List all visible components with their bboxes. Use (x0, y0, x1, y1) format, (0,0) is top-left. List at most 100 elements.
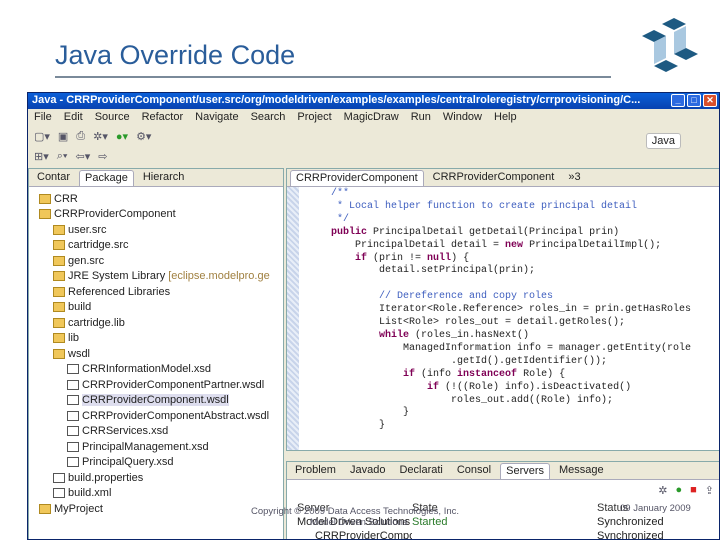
tree-item[interactable]: CRRProviderComponent.wsdl (29, 393, 283, 409)
file-icon (53, 488, 65, 499)
file-icon (67, 441, 79, 452)
tab-crrprovidercomponent[interactable]: CRRProviderComponent (428, 170, 560, 186)
tree-item[interactable]: build (29, 300, 283, 316)
tree-item-label: build.properties (68, 471, 144, 484)
window-title: Java - CRRProviderComponent/user.src/org… (32, 94, 641, 106)
file-icon (67, 426, 79, 437)
tab-problem[interactable]: Problem (290, 463, 341, 479)
forward-icon[interactable]: ⇨ (98, 150, 107, 163)
print-icon[interactable]: ⎙ (76, 130, 85, 143)
file-icon (67, 379, 79, 390)
perspective-java[interactable]: Java (645, 133, 681, 149)
tab-servers[interactable]: Servers (500, 463, 551, 479)
tree-item[interactable]: CRR (29, 191, 283, 207)
tree-item-label: PrincipalManagement.xsd (82, 440, 209, 453)
menu-item-run[interactable]: Run (411, 111, 431, 124)
tree-item-label: CRR (54, 192, 78, 205)
tree-item[interactable]: CRRProviderComponent (29, 207, 283, 223)
tab-contar[interactable]: Contar (32, 170, 75, 186)
start-server-icon[interactable]: ● (675, 484, 682, 496)
window-titlebar: Java - CRRProviderComponent/user.src/org… (28, 93, 719, 109)
server-row[interactable]: CRRProviderComponent Synchronized (287, 530, 719, 539)
open-type-icon[interactable]: ⊞▾ (34, 150, 49, 163)
server-state: Started (412, 516, 448, 528)
tree-item[interactable]: user.src (29, 222, 283, 238)
tree-item-label: build.xml (68, 487, 112, 500)
tree-item[interactable]: cartridge.src (29, 238, 283, 254)
folder-icon (53, 317, 65, 328)
tree-item[interactable]: JRE System Library [eclipse.modelpro.ge (29, 269, 283, 285)
debug-icon[interactable]: ✲▾ (93, 130, 108, 143)
tree-item-label: CRRServices.xsd (82, 425, 169, 438)
menu-item-window[interactable]: Window (443, 111, 482, 124)
left-tabs: Contar Package Hierarch (29, 169, 283, 187)
back-icon[interactable]: ⇦▾ (76, 150, 91, 163)
menu-item-help[interactable]: Help (494, 111, 517, 124)
tree-item-label: JRE System Library (68, 270, 166, 283)
tree-item-label: CRRProviderComponentPartner.wsdl (82, 378, 265, 391)
save-icon[interactable]: ▣ (58, 130, 68, 143)
tree-item[interactable]: PrincipalQuery.xsd (29, 455, 283, 471)
tree-item[interactable]: CRRInformationModel.xsd (29, 362, 283, 378)
toolbar-nav: ⊞▾ ⌕▾ ⇦▾ ⇨ (28, 146, 719, 166)
menu-item-magicdraw[interactable]: MagicDraw (344, 111, 399, 124)
tree-item-label: lib (68, 332, 80, 345)
search-icon[interactable]: ⌕▾ (57, 150, 68, 163)
project-icon (39, 193, 51, 204)
close-button[interactable]: ✕ (703, 94, 717, 107)
file-icon (53, 472, 65, 483)
menu-item-source[interactable]: Source (95, 111, 130, 124)
tab-crrprovidercomponent[interactable]: CRRProviderComponent (290, 170, 424, 186)
tree-item[interactable]: MyProject (29, 501, 283, 517)
editor-ruler (287, 187, 299, 450)
project-tree: CRR CRRProviderComponent user.src cartridge… (29, 187, 283, 521)
tree-item[interactable]: lib (29, 331, 283, 347)
tab-message[interactable]: Message (554, 463, 609, 479)
tab-3[interactable]: »3 (563, 170, 585, 186)
debug-server-icon[interactable]: ✲ (658, 484, 667, 497)
external-tools-icon[interactable]: ⚙▾ (136, 130, 151, 143)
file-icon (67, 457, 79, 468)
tab-declarati[interactable]: Declarati (394, 463, 447, 479)
new-icon[interactable]: ▢▾ (34, 130, 50, 143)
menu-item-edit[interactable]: Edit (64, 111, 83, 124)
tree-item-label: CRRProviderComponent (54, 208, 176, 221)
folder-icon (53, 333, 65, 344)
tree-item-label: CRRProviderComponentAbstract.wsdl (82, 409, 270, 422)
menu-item-refactor[interactable]: Refactor (142, 111, 184, 124)
tree-item[interactable]: CRRProviderComponentPartner.wsdl (29, 377, 283, 393)
menu-item-file[interactable]: File (34, 111, 52, 124)
tree-item[interactable]: CRRServices.xsd (29, 424, 283, 440)
stop-server-icon[interactable]: ■ (690, 484, 697, 496)
menu-item-project[interactable]: Project (297, 111, 331, 124)
tab-javado[interactable]: Javado (345, 463, 390, 479)
title-divider (55, 76, 611, 78)
tree-item[interactable]: CRRProviderComponentAbstract.wsdl (29, 408, 283, 424)
tree-item[interactable]: Referenced Libraries (29, 284, 283, 300)
minimize-button[interactable]: _ (671, 94, 685, 107)
tree-item-label: cartridge.src (68, 239, 129, 252)
maximize-button[interactable]: □ (687, 94, 701, 107)
tab-consol[interactable]: Consol (452, 463, 496, 479)
tree-item-label: wsdl (68, 347, 91, 360)
tree-item[interactable]: PrincipalManagement.xsd (29, 439, 283, 455)
code-editor[interactable]: CRRProviderComponent CRRProviderComponent… (286, 168, 719, 451)
tab-package[interactable]: Package (79, 170, 134, 186)
tree-item[interactable]: build.properties (29, 470, 283, 486)
src-folder-icon (53, 255, 65, 266)
tree-item[interactable]: wsdl (29, 346, 283, 362)
tree-item[interactable]: build.xml (29, 486, 283, 502)
package-explorer: Contar Package Hierarch CRR CRRProviderComp… (28, 168, 284, 539)
folder-icon (53, 348, 65, 359)
tree-item[interactable]: cartridge.lib (29, 315, 283, 331)
menu-item-navigate[interactable]: Navigate (195, 111, 238, 124)
file-icon (67, 410, 79, 421)
tab-hierarch[interactable]: Hierarch (138, 170, 190, 186)
menu-item-search[interactable]: Search (251, 111, 286, 124)
slide-title: Java Override Code (55, 40, 296, 70)
publish-icon[interactable]: ⇪ (705, 484, 714, 497)
server-state (412, 530, 597, 539)
run-icon[interactable]: ●▾ (116, 130, 128, 143)
tree-item[interactable]: gen.src (29, 253, 283, 269)
server-status: Synchronized (597, 516, 664, 528)
